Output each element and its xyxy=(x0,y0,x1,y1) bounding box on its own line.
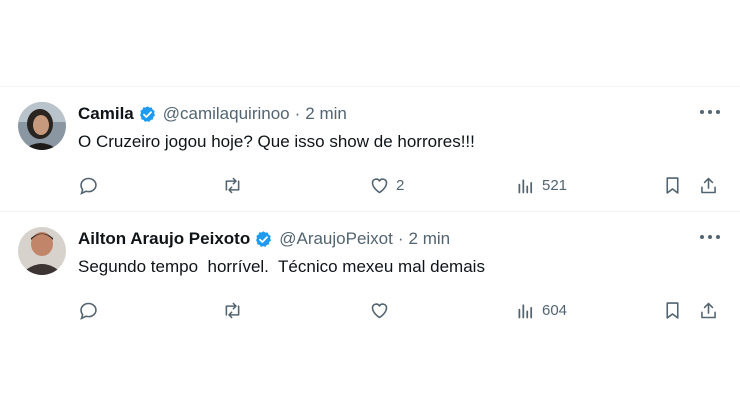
like-icon xyxy=(371,302,388,318)
reply-icon xyxy=(80,177,97,195)
tweet[interactable]: Camila @camilaquirinoo · 2 min O Cruzeir… xyxy=(0,86,740,211)
like-count: 2 xyxy=(396,176,405,194)
tweet-header: Ailton Araujo Peixoto @AraujoPeixot · 2 … xyxy=(78,229,450,249)
retweet-icon xyxy=(225,177,240,193)
bookmark-button[interactable] xyxy=(662,170,683,200)
verified-badge-icon xyxy=(256,230,272,247)
action-bar: 2 521 xyxy=(78,170,728,200)
retweet-button[interactable] xyxy=(222,170,243,200)
reply-button[interactable] xyxy=(78,170,99,200)
author-name[interactable]: Camila xyxy=(78,104,134,124)
author-handle[interactable]: @AraujoPeixot xyxy=(279,229,393,249)
share-icon xyxy=(701,177,716,193)
views-count: 521 xyxy=(542,176,568,194)
views-icon xyxy=(518,303,533,318)
timestamp[interactable]: 2 min xyxy=(409,229,451,249)
tweet-header: Camila @camilaquirinoo · 2 min xyxy=(78,104,347,124)
avatar[interactable] xyxy=(18,227,66,275)
separator-dot: · xyxy=(397,229,404,248)
tweet[interactable]: Ailton Araujo Peixoto @AraujoPeixot · 2 … xyxy=(0,211,740,336)
author-handle[interactable]: @camilaquirinoo xyxy=(163,104,290,124)
retweet-icon xyxy=(225,302,240,318)
views-icon xyxy=(518,178,533,193)
retweet-button[interactable] xyxy=(222,295,243,325)
more-icon[interactable] xyxy=(698,231,722,243)
tweet-text: O Cruzeiro jogou hoje? Que isso show de … xyxy=(78,132,475,151)
views-button[interactable]: 604 xyxy=(515,295,567,325)
share-button[interactable] xyxy=(698,295,719,325)
action-bar: 604 xyxy=(78,295,728,325)
share-icon xyxy=(701,302,716,318)
like-button[interactable] xyxy=(369,295,390,325)
share-button[interactable] xyxy=(698,170,719,200)
bookmark-button[interactable] xyxy=(662,295,683,325)
author-name[interactable]: Ailton Araujo Peixoto xyxy=(78,229,250,249)
tweet-text: Segundo tempo horrível. Técnico mexeu ma… xyxy=(78,257,485,276)
timestamp[interactable]: 2 min xyxy=(305,104,347,124)
reply-button[interactable] xyxy=(78,295,99,325)
views-count: 604 xyxy=(542,301,568,319)
separator-dot: · xyxy=(294,104,301,123)
bookmark-icon xyxy=(666,176,679,194)
like-button[interactable]: 2 xyxy=(369,170,404,200)
avatar[interactable] xyxy=(18,102,66,150)
bookmark-icon xyxy=(666,301,679,319)
reply-icon xyxy=(80,302,97,320)
verified-badge-icon xyxy=(139,105,155,122)
views-button[interactable]: 521 xyxy=(515,170,567,200)
like-icon xyxy=(371,177,388,193)
more-icon[interactable] xyxy=(698,106,722,118)
